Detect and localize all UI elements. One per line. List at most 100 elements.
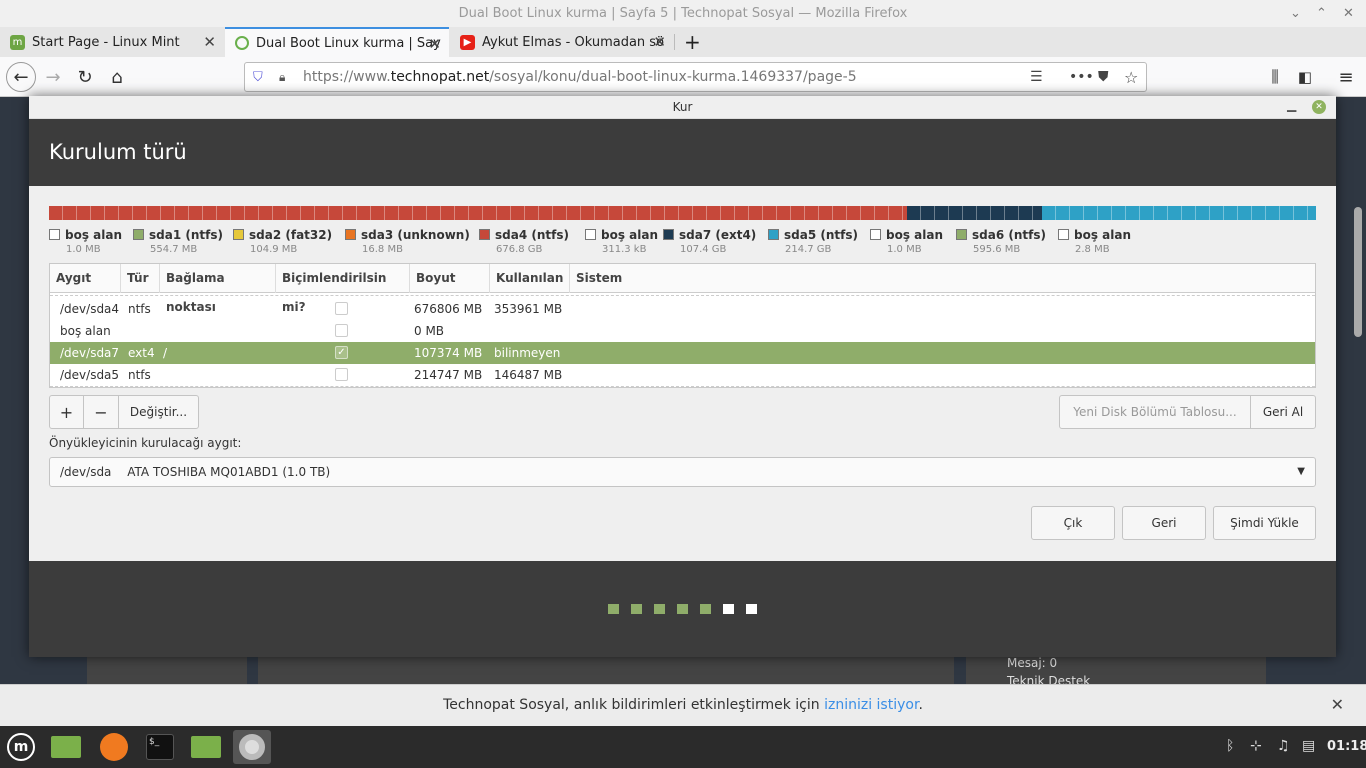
tab-dual-boot[interactable]: Dual Boot Linux kurma | Say ✕ xyxy=(225,27,449,57)
dialog-footer xyxy=(29,561,1336,657)
mint-menu-icon[interactable]: m xyxy=(4,730,38,764)
legend-swatch xyxy=(345,229,356,240)
clock[interactable]: 01:18 xyxy=(1327,739,1366,754)
linux-mint-icon: m xyxy=(10,34,25,50)
bookmark-star-icon[interactable]: ☆ xyxy=(1124,68,1138,87)
legend-swatch xyxy=(49,229,60,240)
legend-size: 104.9 MB xyxy=(250,244,298,255)
reload-icon[interactable]: ↻ xyxy=(71,63,99,91)
quit-button[interactable]: Çık xyxy=(1031,506,1115,540)
change-partition-button[interactable]: Değiştir... xyxy=(118,395,199,429)
terminal-icon[interactable]: $_ xyxy=(143,730,177,764)
notification-close-icon[interactable]: ✕ xyxy=(1331,685,1344,725)
file-manager-icon[interactable] xyxy=(49,730,83,764)
table-row[interactable]: /dev/sda4 ntfs 676806 MB 353961 MB xyxy=(50,298,1315,320)
table-row[interactable]: /dev/sda5 ntfs 214747 MB 146487 MB xyxy=(50,364,1315,386)
legend-swatch xyxy=(585,229,596,240)
tab-close-icon[interactable]: ✕ xyxy=(428,35,441,53)
progress-dot xyxy=(608,604,619,614)
format-checkbox[interactable] xyxy=(335,302,348,315)
tab-close-icon[interactable]: ✕ xyxy=(653,33,666,51)
tab-label: Start Page - Linux Mint xyxy=(32,34,180,50)
legend-size: 1.0 MB xyxy=(887,244,922,255)
sidebar-icon[interactable]: ◧ xyxy=(1291,63,1319,91)
legend-name: boş alan xyxy=(886,228,944,242)
more-actions-icon[interactable]: ••• xyxy=(1069,69,1094,85)
close-window-icon[interactable]: ✕ xyxy=(1343,0,1354,27)
installer-dialog: Kur ▁ ✕ Kurulum türü boş alan 1.0 MB sda1 … xyxy=(29,96,1336,657)
notification-link[interactable]: izninizi istiyor xyxy=(824,697,918,713)
forward-arrow-icon[interactable]: → xyxy=(39,63,67,91)
install-now-button[interactable]: Şimdi Yükle xyxy=(1213,506,1316,540)
youtube-icon: ▶ xyxy=(460,34,475,50)
table-row-selected[interactable]: /dev/sda7 ext4 / ✓ 107374 MB bilinmeyen xyxy=(50,342,1315,364)
new-tab-button[interactable]: + xyxy=(678,27,706,57)
partition-legend: boş alan 1.0 MB sda1 (ntfs) 554.7 MB sda2 (f… xyxy=(49,228,1316,258)
reader-view-icon[interactable]: ☰ xyxy=(1030,69,1043,85)
url-bar[interactable]: ⛉ 🔒︎ https://www.technopat.net/sosyal/ko… xyxy=(244,62,1147,92)
add-partition-button[interactable]: + xyxy=(49,395,84,429)
menu-icon[interactable]: ≡ xyxy=(1332,63,1360,91)
format-checkbox-checked[interactable]: ✓ xyxy=(335,346,348,359)
minimize-icon[interactable]: ⌄ xyxy=(1290,0,1301,27)
legend-item: boş alan 311.3 kB xyxy=(585,228,658,255)
legend-swatch xyxy=(768,229,779,240)
col-type[interactable]: Tür xyxy=(121,264,160,293)
bootloader-device-select[interactable]: /dev/sda ATA TOSHIBA MQ01ABD1 (1.0 TB) ▼ xyxy=(49,457,1316,487)
back-button[interactable]: Geri xyxy=(1122,506,1206,540)
window-title: Dual Boot Linux kurma | Sayfa 5 | Techno… xyxy=(458,6,908,21)
cell-type: ntfs xyxy=(128,368,151,382)
boot-device: /dev/sda xyxy=(60,465,112,479)
col-size[interactable]: Boyut xyxy=(410,264,490,293)
library-icon[interactable]: ⫼ xyxy=(1261,63,1289,91)
dialog-header: Kurulum türü xyxy=(29,119,1336,186)
legend-swatch xyxy=(1058,229,1069,240)
lock-icon[interactable]: 🔒︎ xyxy=(279,70,285,85)
revert-button[interactable]: Geri Al xyxy=(1250,395,1316,429)
home-icon[interactable]: ⌂ xyxy=(103,63,131,91)
network-icon[interactable]: ⊹ xyxy=(1250,738,1262,754)
clipboard-icon[interactable]: ▤ xyxy=(1302,738,1315,754)
format-checkbox[interactable] xyxy=(335,324,348,337)
col-device[interactable]: Aygıt xyxy=(50,264,121,293)
legend-size: 311.3 kB xyxy=(602,244,647,255)
tab-start-page[interactable]: m Start Page - Linux Mint ✕ xyxy=(0,27,224,57)
legend-item: sda2 (fat32) 104.9 MB xyxy=(233,228,332,255)
cell-device: boş alan xyxy=(60,324,111,338)
table-divider xyxy=(50,295,1315,296)
format-checkbox[interactable] xyxy=(335,368,348,381)
tab-label: Dual Boot Linux kurma | Say xyxy=(256,35,441,51)
pocket-icon[interactable]: ⛊ xyxy=(1098,69,1109,85)
tab-separator xyxy=(674,34,675,50)
col-system[interactable]: Sistem xyxy=(570,264,1315,293)
legend-name: sda1 (ntfs) xyxy=(149,228,223,242)
tab-label: Aykut Elmas - Okumadan sö xyxy=(482,34,665,50)
partition-table: Aygıt Tür Bağlama noktası Biçimlendirils… xyxy=(49,263,1316,388)
legend-size: 554.7 MB xyxy=(150,244,198,255)
tab-youtube[interactable]: ▶ Aykut Elmas - Okumadan sö ✕ xyxy=(450,27,674,57)
page-scrollbar[interactable] xyxy=(1354,207,1362,337)
folder-icon[interactable] xyxy=(189,730,223,764)
bluetooth-icon[interactable]: ᛒ xyxy=(1226,738,1234,754)
legend-name: sda2 (fat32) xyxy=(249,228,333,242)
maximize-icon[interactable]: ⌃ xyxy=(1316,0,1327,27)
table-row[interactable]: boş alan 0 MB xyxy=(50,320,1315,342)
dialog-close-icon[interactable]: ✕ xyxy=(1312,100,1326,114)
legend-name: sda5 (ntfs) xyxy=(784,228,858,242)
installer-disc-icon[interactable] xyxy=(233,730,271,764)
remove-partition-button[interactable]: − xyxy=(83,395,119,429)
dialog-minimize-icon[interactable]: ▁ xyxy=(1287,94,1296,117)
col-used[interactable]: Kullanılan xyxy=(490,264,570,293)
url-text[interactable]: https://www.technopat.net/sosyal/konu/du… xyxy=(303,69,857,85)
firefox-icon[interactable] xyxy=(97,730,131,764)
new-partition-table-button[interactable]: Yeni Disk Bölümü Tablosu... xyxy=(1059,395,1251,429)
progress-dot xyxy=(654,604,665,614)
col-format[interactable]: Biçimlendirilsin mi? xyxy=(276,264,410,314)
back-arrow-icon[interactable]: ← xyxy=(6,62,36,92)
boot-model: ATA TOSHIBA MQ01ABD1 (1.0 TB) xyxy=(127,465,331,479)
sound-icon[interactable]: ♫ xyxy=(1277,738,1290,754)
col-mount[interactable]: Bağlama noktası xyxy=(160,264,276,314)
shield-icon[interactable]: ⛉ xyxy=(253,70,263,85)
tab-close-icon[interactable]: ✕ xyxy=(203,33,216,51)
legend-size: 214.7 GB xyxy=(785,244,832,255)
